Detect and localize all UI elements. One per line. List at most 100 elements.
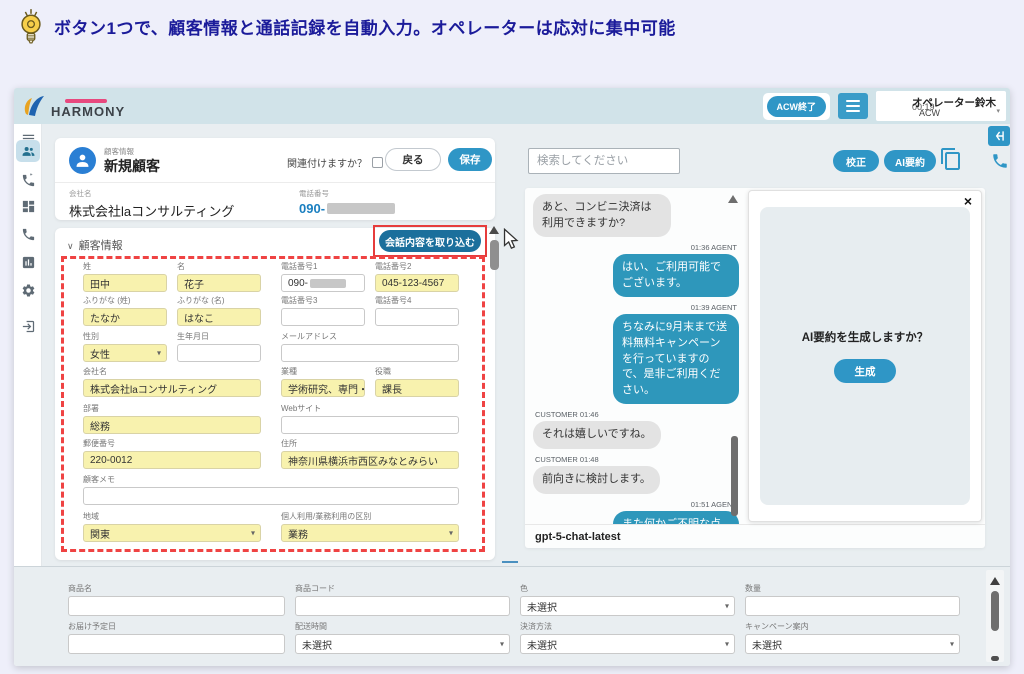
chevron-down-icon: ▾ <box>724 639 729 649</box>
phone4-field[interactable] <box>375 308 459 326</box>
sidebar-item-customers[interactable] <box>16 140 40 162</box>
chat-message-meta: 01:39 AGENT <box>690 303 737 313</box>
collapse-panel-icon[interactable] <box>988 126 1010 146</box>
job-title-field[interactable]: 課長 <box>375 379 459 397</box>
sidebar-item-reports[interactable] <box>18 252 38 272</box>
chevron-down-icon: ▾ <box>499 639 504 649</box>
ai-summary-card: × AI要約を生成しますか？ 生成 <box>748 190 982 522</box>
delivery-time-select[interactable]: 未選択 ▾ <box>295 634 510 654</box>
generate-button[interactable]: 生成 <box>834 359 896 383</box>
chat-message: 01:39 AGENT ちなみに9月末まで送料無料キャンペーンを行っていますので、… <box>533 300 739 405</box>
sidebar-item-dashboard[interactable] <box>18 196 38 216</box>
order-panel: 商品名 商品コード 色未選択 ▾ 数量 お届け予定日 配送時間 未選択 ▾ 決済方法未… <box>14 567 1010 666</box>
redacted-phone <box>327 203 396 214</box>
chat-bubble: はい、ご利用可能でございます。 <box>613 254 739 298</box>
chat-scrollbar-thumb[interactable] <box>731 436 738 516</box>
chat-bubble: また何かご不明な点がございましたら、お気軽にお電話ください。 <box>613 510 739 524</box>
model-row: gpt-5-chat-latest <box>525 524 985 548</box>
app-window: HARMONY ACW終了 00:19 オペレーター鈴木 ACW ▾ 顧客情報 … <box>14 88 1010 666</box>
ai-summary-inner: AI要約を生成しますか？ 生成 <box>760 207 970 505</box>
chat-transcript-panel: あと、コンビニ決済は利用できますか? 01:36 AGENT はい、ご利用可能でござ… <box>525 188 985 548</box>
save-button[interactable]: 保存 <box>448 148 492 171</box>
postal-code-field[interactable]: 220-0012 <box>83 451 261 469</box>
close-icon[interactable]: × <box>964 193 972 209</box>
scrollbar-thumb[interactable] <box>490 240 499 270</box>
region-select[interactable]: 関東 ▾ <box>83 524 261 542</box>
customer-form-card: ∨ 顧客情報 会話内容を取り込む 姓田中 名花子 電話番号1 090- 電話番号2 0… <box>55 225 495 560</box>
proofread-button[interactable]: 校正 <box>833 150 879 172</box>
chat-message: 01:51 AGENTまた何かご不明な点がございましたら、お気軽にお電話ください… <box>533 497 739 524</box>
logout-icon[interactable] <box>18 316 38 336</box>
scrollbar-thumb[interactable] <box>991 591 999 631</box>
phone1-field[interactable]: 090- <box>281 274 365 292</box>
ai-summary-button[interactable]: AI要約 <box>884 150 936 172</box>
website-field[interactable] <box>281 416 459 434</box>
chat-bubble: 前向きに検討します。 <box>533 466 660 494</box>
chat-message: 01:36 AGENT はい、ご利用可能でございます。 <box>533 240 739 298</box>
acw-end-button[interactable]: ACW終了 <box>766 95 826 117</box>
department-field[interactable]: 総務 <box>83 416 261 434</box>
banner: ボタン1つで、顧客情報と通話記録を自動入力。オペレーターは応対に集中可能 <box>16 6 676 46</box>
menu-button[interactable] <box>838 93 868 119</box>
chat-bubble: それは嬉しいですね。 <box>533 421 661 450</box>
furigana-last-field[interactable]: たなか <box>83 308 167 326</box>
operator-status: ACW <box>919 108 940 118</box>
banner-text: ボタン1つで、顧客情報と通話記録を自動入力。オペレーターは応対に集中可能 <box>54 18 676 38</box>
chevron-down-icon: ▾ <box>156 348 161 358</box>
last-name-field[interactable]: 田中 <box>83 274 167 292</box>
model-label: gpt-5-chat-latest <box>535 530 621 543</box>
copy-icon[interactable] <box>939 147 963 171</box>
scroll-up-arrow[interactable] <box>990 577 1000 585</box>
product-name-field[interactable] <box>68 596 285 616</box>
chevron-down-icon: ▾ <box>724 601 729 611</box>
quantity-field[interactable] <box>745 596 960 616</box>
harmony-logo-mark <box>24 96 44 116</box>
delivery-date-field[interactable] <box>68 634 285 654</box>
brand-name: HARMONY <box>51 104 126 119</box>
sidebar-item-redial[interactable] <box>18 224 38 244</box>
customer-memo-field[interactable] <box>83 487 459 505</box>
app-header: HARMONY ACW終了 00:19 オペレーター鈴木 ACW ▾ <box>14 88 1010 124</box>
settings-gear-icon[interactable] <box>18 280 38 300</box>
address-field[interactable]: 神奈川県横浜市西区みなとみらい <box>281 451 459 469</box>
campaign-select[interactable]: 未選択 ▾ <box>745 634 960 654</box>
product-code-field[interactable] <box>295 596 510 616</box>
section-header[interactable]: ∨ 顧客情報 <box>67 237 123 253</box>
chevron-down-icon[interactable]: ▾ <box>996 107 1000 115</box>
sidebar-item-call-history[interactable] <box>18 170 38 190</box>
chat-message-meta: 01:36 AGENT <box>690 243 737 253</box>
app-logo: HARMONY <box>21 94 125 118</box>
back-button[interactable]: 戻る <box>385 148 441 171</box>
chevron-down-icon: ▾ <box>250 528 255 538</box>
usage-type-select[interactable]: 業務 ▾ <box>281 524 459 542</box>
chevron-down-icon: ▾ <box>949 639 954 649</box>
lightbulb-icon <box>21 9 41 44</box>
phone-value: 090- <box>299 201 326 216</box>
chevron-down-icon: ∨ <box>67 241 74 251</box>
scroll-up-arrow[interactable] <box>489 226 499 234</box>
acw-chip: ACW終了 <box>762 92 830 120</box>
chat-scroll-up-arrow[interactable] <box>728 195 738 203</box>
gender-select[interactable]: 女性 ▾ <box>83 344 167 362</box>
birthdate-field[interactable] <box>177 344 261 362</box>
scroll-down-arrow[interactable] <box>991 656 999 661</box>
payment-method-select[interactable]: 未選択 ▾ <box>520 634 735 654</box>
operator-box: 00:19 オペレーター鈴木 ACW ▾ <box>876 91 1006 121</box>
chat-message: あと、コンビニ決済は利用できますか? <box>533 194 739 238</box>
company-name-field[interactable]: 株式会社laコンサルティング <box>83 379 261 397</box>
phone-icon[interactable] <box>991 152 1009 170</box>
customer-summary-card: 顧客情報 新規顧客 関連付けますか？ 戻る 保存 会社名 株式会社laコンサルテ… <box>55 138 495 220</box>
company-label: 会社名 <box>69 189 92 198</box>
industry-field[interactable]: 学術研究、専門・技術 <box>281 379 365 397</box>
phone3-field[interactable] <box>281 308 365 326</box>
associate-checkbox[interactable] <box>372 157 383 168</box>
phone2-field[interactable]: 045-123-4567 <box>375 274 459 292</box>
furigana-first-field[interactable]: はなこ <box>177 308 261 326</box>
search-input[interactable] <box>528 148 680 174</box>
ai-summary-prompt: AI要約を生成しますか？ <box>801 332 929 344</box>
email-field[interactable] <box>281 344 459 362</box>
import-conversation-button[interactable]: 会話内容を取り込む <box>379 230 481 252</box>
color-select[interactable]: 未選択 ▾ <box>520 596 735 616</box>
first-name-field[interactable]: 花子 <box>177 274 261 292</box>
chat-bubble: あと、コンビニ決済は利用できますか? <box>533 194 671 238</box>
